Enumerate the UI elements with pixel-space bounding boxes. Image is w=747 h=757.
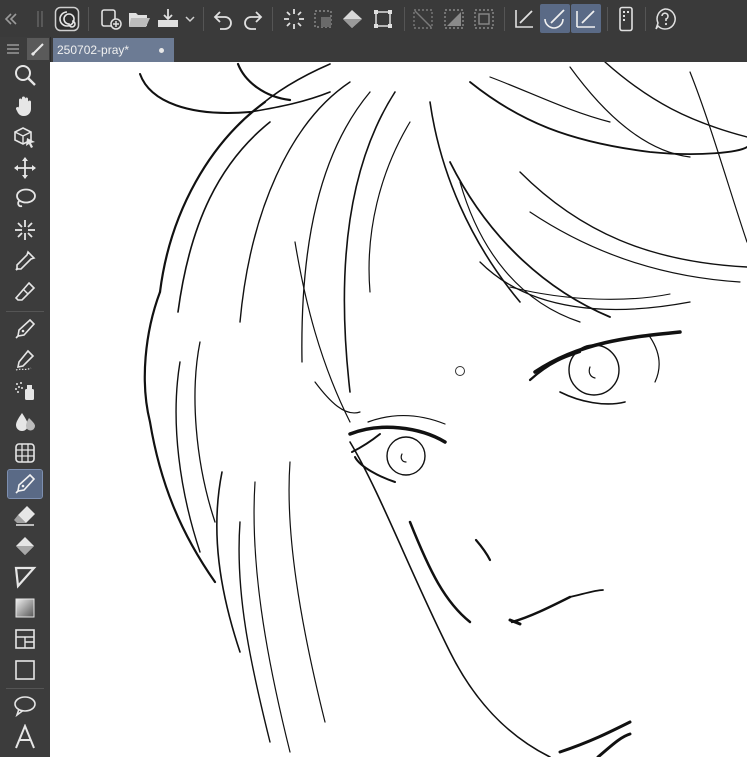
smartphone-icon[interactable] [613,4,639,33]
fill-bucket-icon[interactable] [8,532,42,560]
zoom-icon[interactable] [8,61,42,89]
open-icon[interactable] [126,4,152,33]
pen-icon[interactable] [8,315,42,343]
grid-snap-icon[interactable] [571,4,601,33]
line-art-sketch[interactable] [50,62,747,757]
g-pen-icon[interactable] [7,469,43,499]
select-all-icon[interactable] [440,4,468,33]
hand-icon[interactable] [8,92,42,120]
menu-icon[interactable] [4,40,22,58]
balloon-icon[interactable] [8,692,42,720]
collapse-panels-icon[interactable] [2,4,20,33]
ruler-snap-icon[interactable] [510,4,538,33]
gradient-icon[interactable] [8,594,42,622]
tool-palette [0,37,51,757]
blend-icon[interactable] [8,408,42,436]
eraser-sub-icon[interactable] [8,278,42,306]
clear-icon[interactable] [310,4,336,33]
brush-tab-icon[interactable] [27,38,49,60]
save-icon[interactable] [154,4,182,33]
clip-studio-logo-icon[interactable] [52,4,82,33]
figure-icon[interactable] [8,563,42,591]
document-tab[interactable]: 250702-pray* [53,38,174,62]
new-canvas-icon[interactable] [97,4,125,33]
auto-select-icon[interactable] [8,216,42,244]
command-bar [0,0,747,38]
hide-selection-icon[interactable] [409,4,437,33]
frame-border-icon[interactable] [8,625,42,653]
undo-icon[interactable] [210,4,236,33]
document-tab-title: 250702-pray* [57,43,130,57]
move-layer-icon[interactable] [8,154,42,182]
deselect-icon[interactable] [280,4,308,33]
unsaved-dot-icon[interactable] [159,48,164,53]
dropdown-chevron-icon[interactable] [183,4,197,33]
crop-icon[interactable] [470,4,498,33]
tab-strip: 250702-pray* [50,37,747,62]
frame-icon[interactable] [8,439,42,467]
text-icon[interactable] [8,723,42,751]
fill-icon[interactable] [339,4,367,33]
drawing-canvas[interactable] [50,62,747,757]
help-icon[interactable] [651,4,679,33]
transform-icon[interactable] [369,4,397,33]
airbrush-icon[interactable] [8,377,42,405]
redo-icon[interactable] [240,4,266,33]
eyedropper-icon[interactable] [8,247,42,275]
grip-icon [33,4,47,33]
special-ruler-snap-icon[interactable] [540,4,570,33]
lasso-selection-icon[interactable] [8,185,42,213]
pencil-icon[interactable] [8,346,42,374]
rectangle-icon[interactable] [8,656,42,684]
operation-icon[interactable] [8,123,42,151]
eraser-icon[interactable] [8,501,42,529]
